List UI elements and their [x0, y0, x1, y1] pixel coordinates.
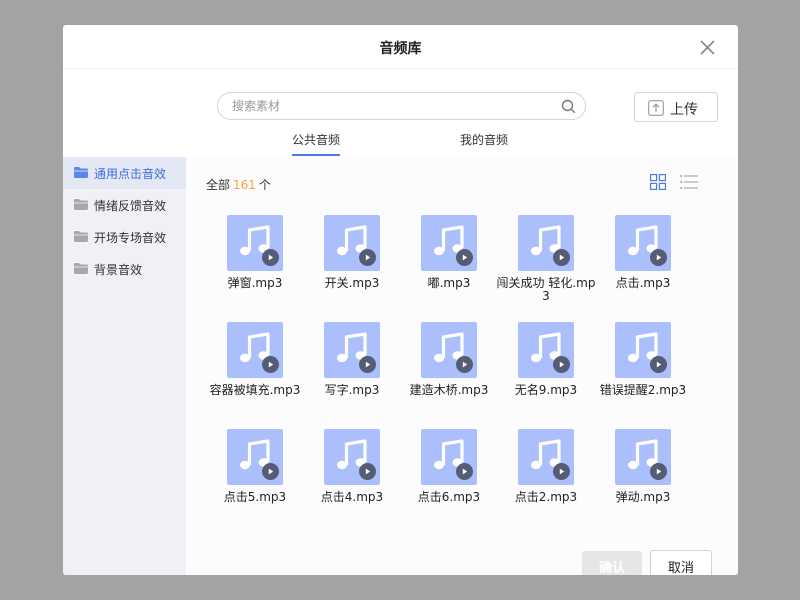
audio-file-name: 点击4.mp3	[320, 490, 384, 504]
play-icon[interactable]	[262, 249, 279, 266]
sidebar-item-emotion-feedback[interactable]: 情绪反馈音效	[63, 189, 186, 221]
play-icon[interactable]	[359, 249, 376, 266]
audio-thumbnail	[324, 215, 380, 271]
confirm-button[interactable]: 确认	[582, 551, 642, 575]
audio-file-name: 开关.mp3	[324, 276, 380, 290]
audio-thumbnail	[615, 429, 671, 485]
audio-thumbnail	[227, 322, 283, 378]
audio-file-item[interactable]: 嘟.mp3	[399, 215, 499, 315]
upload-icon	[648, 100, 664, 116]
upload-label: 上传	[670, 102, 698, 118]
audio-file-name: 点击2.mp3	[514, 490, 578, 504]
sidebar-item-label: 情绪反馈音效	[94, 199, 167, 213]
folder-icon	[74, 231, 88, 242]
upload-button[interactable]: 上传	[634, 92, 718, 122]
category-sidebar: 通用点击音效 情绪反馈音效 开场专场音效 背景音效	[63, 157, 186, 575]
play-icon[interactable]	[650, 356, 667, 373]
audio-file-item[interactable]: 点击4.mp3	[302, 429, 402, 529]
search-box	[217, 92, 586, 120]
audio-thumbnail	[518, 322, 574, 378]
audio-thumbnail	[324, 322, 380, 378]
audio-file-name: 建造木桥.mp3	[409, 383, 489, 397]
sidebar-item-opening[interactable]: 开场专场音效	[63, 221, 186, 253]
dialog-header: 音频库	[63, 25, 738, 69]
play-icon[interactable]	[262, 463, 279, 480]
play-icon[interactable]	[456, 249, 473, 266]
audio-file-item[interactable]: 弹窗.mp3	[205, 215, 305, 315]
count-value: 161	[233, 178, 256, 192]
sidebar-item-label: 开场专场音效	[94, 231, 167, 245]
audio-library-dialog: 音频库 上传 公共音频 我的音频 通用点击音效	[63, 25, 738, 575]
audio-file-item[interactable]: 点击2.mp3	[496, 429, 596, 529]
play-icon[interactable]	[456, 356, 473, 373]
audio-thumbnail	[518, 429, 574, 485]
audio-file-name: 弹动.mp3	[615, 490, 671, 504]
audio-file-item[interactable]: 建造木桥.mp3	[399, 322, 499, 422]
audio-file-item[interactable]: 错误提醒2.mp3	[593, 322, 693, 422]
audio-file-name: 点击5.mp3	[223, 490, 287, 504]
tab-public-audio[interactable]: 公共音频	[292, 131, 340, 148]
play-icon[interactable]	[650, 463, 667, 480]
audio-file-item[interactable]: 闯关成功 轻化.mp3	[496, 215, 596, 315]
folder-icon	[74, 263, 88, 274]
dialog-title: 音频库	[379, 41, 422, 57]
tab-my-audio[interactable]: 我的音频	[460, 131, 508, 148]
audio-file-item[interactable]: 点击.mp3	[593, 215, 693, 315]
audio-file-name: 错误提醒2.mp3	[599, 383, 687, 397]
audio-file-item[interactable]: 开关.mp3	[302, 215, 402, 315]
audio-file-item[interactable]: 点击6.mp3	[399, 429, 499, 529]
audio-file-name: 闯关成功 轻化.mp3	[496, 276, 596, 303]
audio-file-name: 嘟.mp3	[427, 276, 471, 290]
audio-file-item[interactable]: 点击5.mp3	[205, 429, 305, 529]
sidebar-item-label: 背景音效	[94, 263, 143, 277]
play-icon[interactable]	[359, 356, 376, 373]
audio-thumbnail	[421, 429, 477, 485]
audio-file-name: 点击6.mp3	[417, 490, 481, 504]
search-icon[interactable]	[561, 99, 576, 114]
audio-thumbnail	[615, 215, 671, 271]
play-icon[interactable]	[650, 249, 667, 266]
grid-view-icon[interactable]	[650, 174, 666, 190]
file-count: 全部 161 个	[206, 176, 271, 193]
count-suffix: 个	[258, 178, 271, 192]
play-icon[interactable]	[359, 463, 376, 480]
sidebar-item-label: 通用点击音效	[94, 167, 167, 181]
audio-file-name: 无名9.mp3	[514, 383, 578, 397]
play-icon[interactable]	[553, 249, 570, 266]
sidebar-item-background[interactable]: 背景音效	[63, 253, 186, 285]
play-icon[interactable]	[262, 356, 279, 373]
count-prefix: 全部	[206, 178, 231, 192]
play-icon[interactable]	[456, 463, 473, 480]
folder-icon	[74, 167, 88, 178]
audio-thumbnail	[615, 322, 671, 378]
list-view-icon[interactable]	[680, 174, 698, 190]
audio-file-item[interactable]: 弹动.mp3	[593, 429, 693, 529]
search-input[interactable]	[232, 93, 552, 119]
audio-grid-panel: 全部 161 个 弹窗.mp3 开关.mp3 嘟.mp3 闯关成功 轻化.mp3 点击.mp…	[186, 157, 738, 575]
audio-thumbnail	[518, 215, 574, 271]
play-icon[interactable]	[553, 356, 570, 373]
audio-file-name: 容器被填充.mp3	[209, 383, 301, 397]
audio-thumbnail	[421, 322, 477, 378]
cancel-button[interactable]: 取消	[650, 550, 712, 575]
audio-file-item[interactable]: 写字.mp3	[302, 322, 402, 422]
audio-thumbnail	[421, 215, 477, 271]
close-icon[interactable]	[699, 39, 716, 56]
audio-thumbnail	[324, 429, 380, 485]
active-tab-indicator	[292, 154, 340, 156]
audio-file-name: 弹窗.mp3	[227, 276, 283, 290]
audio-thumbnail	[227, 429, 283, 485]
audio-file-name: 点击.mp3	[615, 276, 671, 290]
sidebar-item-general-click[interactable]: 通用点击音效	[63, 157, 186, 189]
audio-thumbnail	[227, 215, 283, 271]
play-icon[interactable]	[553, 463, 570, 480]
audio-file-item[interactable]: 无名9.mp3	[496, 322, 596, 422]
folder-icon	[74, 199, 88, 210]
audio-file-item[interactable]: 容器被填充.mp3	[205, 322, 305, 422]
audio-file-name: 写字.mp3	[324, 383, 380, 397]
